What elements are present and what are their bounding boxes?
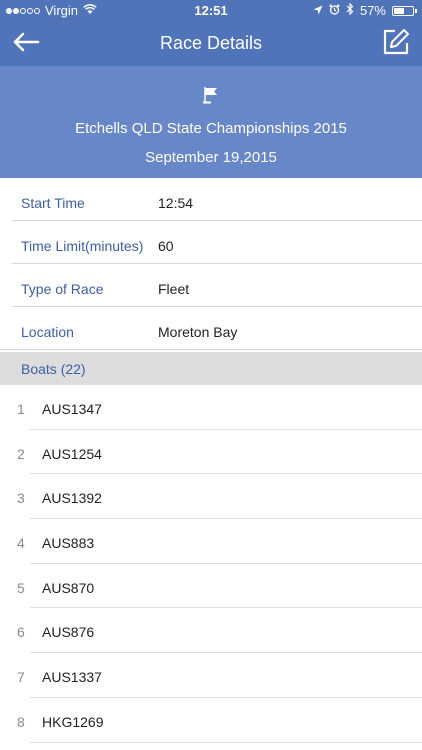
status-bar: Virgin 12:51 57% (0, 0, 422, 22)
boat-list-item[interactable]: 1 AUS1347 (0, 385, 422, 430)
detail-value: 12:54 (158, 195, 194, 211)
boat-list-item[interactable]: 5 AUS870 (0, 564, 422, 609)
boat-list-item[interactable]: 8 HKG1269 (0, 698, 422, 743)
boat-name: HKG1269 (42, 713, 104, 730)
boat-name: AUS876 (42, 624, 95, 641)
boats-section-header: Boats (22) (0, 352, 422, 385)
boat-list-item[interactable]: 4 AUS883 (0, 519, 422, 564)
boat-number: 3 (17, 490, 25, 507)
boat-list-item[interactable]: 7 AUS1337 (0, 653, 422, 698)
boat-name: AUS1392 (42, 490, 102, 507)
bluetooth-icon (346, 2, 354, 18)
boat-number: 6 (17, 624, 25, 641)
boats-section-label: Boats (22) (21, 361, 86, 377)
detail-label: Type of Race (21, 281, 104, 297)
boat-list-item[interactable]: 2 AUS1254 (0, 430, 422, 475)
boat-name: AUS1337 (42, 669, 102, 686)
race-date: September 19,2015 (145, 149, 277, 166)
boat-name: AUS1254 (42, 445, 102, 462)
boat-list-item[interactable]: 3 AUS1392 (0, 474, 422, 519)
battery-tip (415, 8, 417, 13)
boat-number: 2 (17, 445, 25, 462)
boat-name: AUS870 (42, 579, 95, 596)
flag-icon-wrapper (0, 86, 422, 109)
boat-number: 7 (17, 669, 25, 686)
edit-icon (382, 28, 410, 61)
detail-label: Time Limit(minutes) (21, 238, 144, 254)
detail-row-location: Location Moreton Bay (0, 307, 422, 350)
navigation-bar: Race Details (0, 22, 422, 66)
detail-label: Location (21, 324, 74, 340)
detail-label: Start Time (21, 195, 85, 211)
race-details-list: Start Time 12:54 Time Limit(minutes) 60 … (0, 178, 422, 350)
boat-number: 8 (17, 713, 25, 730)
edit-button[interactable] (378, 26, 414, 62)
page-title: Race Details (159, 33, 263, 53)
race-header: Etchells QLD State Championships 2015 Se… (0, 66, 422, 178)
detail-value: Moreton Bay (158, 324, 238, 340)
battery-level (394, 7, 404, 14)
boat-list: 1 AUS1347 2 AUS1254 3 AUS1392 4 AUS883 5… (0, 385, 422, 743)
boat-list-item[interactable]: 6 AUS876 (0, 608, 422, 653)
boat-number: 1 (17, 401, 25, 417)
flag-icon (203, 86, 219, 109)
location-icon (313, 3, 323, 18)
alarm-icon (329, 3, 340, 18)
boat-number: 5 (17, 579, 25, 596)
detail-value: 60 (158, 238, 174, 254)
race-name: Etchells QLD State Championships 2015 (75, 120, 347, 137)
detail-row-time-limit: Time Limit(minutes) 60 (0, 221, 422, 264)
detail-row-race-type: Type of Race Fleet (0, 264, 422, 307)
detail-value: Fleet (158, 281, 190, 297)
boat-name: AUS1347 (42, 401, 102, 417)
detail-row-start-time: Start Time 12:54 (0, 178, 422, 221)
battery-percent: 57% (359, 3, 386, 18)
boat-name: AUS883 (42, 535, 95, 552)
battery-icon (392, 5, 417, 16)
status-right: 57% (313, 2, 417, 18)
boat-number: 4 (17, 535, 25, 552)
